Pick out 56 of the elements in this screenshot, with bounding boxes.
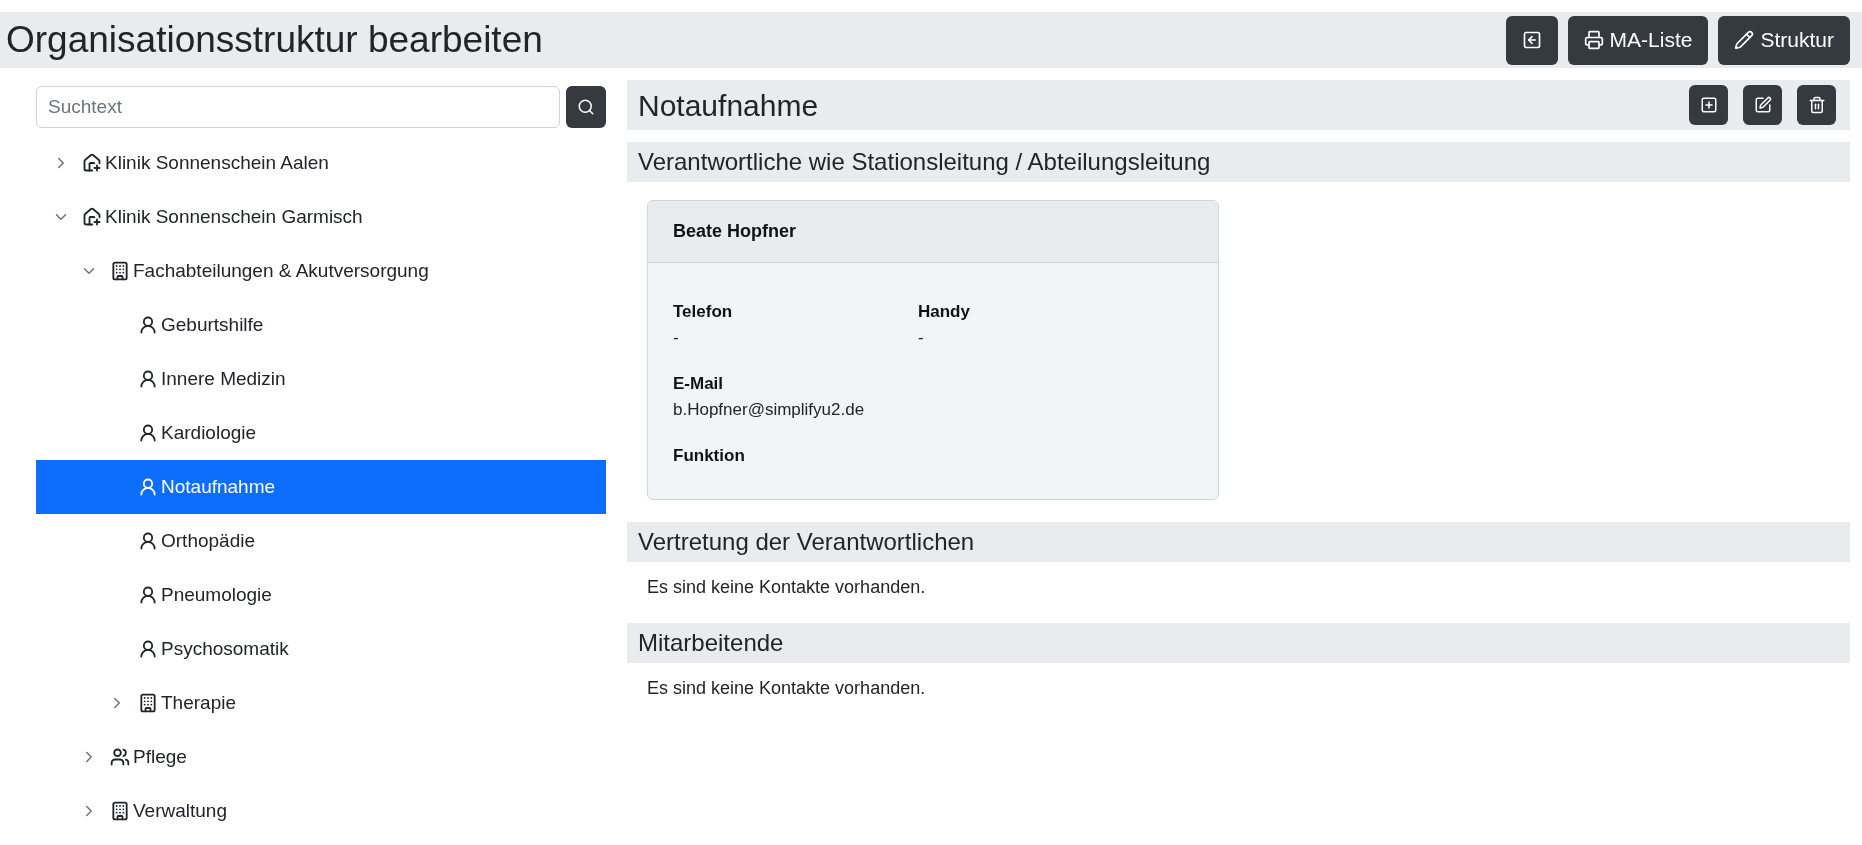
collapse-icon	[1521, 30, 1542, 50]
delete-button[interactable]	[1797, 85, 1836, 125]
hospital-icon	[82, 207, 102, 227]
search-icon	[577, 98, 595, 116]
detail-title: Notaufnahme	[638, 87, 819, 124]
printer-icon	[1583, 30, 1604, 50]
field-value: -	[918, 327, 925, 349]
person-icon	[138, 315, 158, 335]
contact-name: Beate Hopfner	[673, 220, 797, 243]
search-field[interactable]: Suchtext	[36, 86, 560, 128]
tree-item[interactable]: Innere Medizin	[36, 352, 606, 406]
search-button[interactable]	[566, 86, 606, 128]
tree-item[interactable]: Verwaltung	[36, 784, 606, 838]
field-label: Handy	[918, 301, 971, 323]
tree-item[interactable]: Orthopädie	[36, 514, 606, 568]
person-icon	[138, 639, 158, 659]
empty-message: Es sind keine Kontakte vorhanden.	[646, 576, 927, 599]
edit-structure-button[interactable]: Struktur	[1718, 15, 1850, 65]
person-icon	[138, 369, 158, 389]
section-title: Verantwortliche wie Stationsleitung / Abteilungsleitung	[638, 147, 1211, 177]
field-value: b.Hopfner@simplifyu2.de	[673, 399, 866, 421]
tree-item[interactable]: Geburtshilfe	[36, 298, 606, 352]
section-title: Mitarbeitende	[638, 628, 784, 658]
field-label: E-Mail	[673, 373, 725, 395]
tree-item[interactable]: Fachabteilungen & Akutversorgung	[36, 244, 606, 298]
field-label: Telefon	[673, 301, 734, 323]
tree-item[interactable]: Klinik Sonnenschein Aalen	[36, 136, 606, 190]
print-button[interactable]: MA-Liste	[1567, 15, 1709, 65]
person-icon	[138, 423, 158, 443]
building-icon	[110, 801, 130, 821]
building-icon	[110, 261, 130, 281]
tree-item[interactable]: Klinik Sonnenschein Garmisch	[36, 190, 606, 244]
tree-item[interactable]: Pneumologie	[36, 568, 606, 622]
person-icon	[138, 477, 158, 497]
person-icon	[138, 531, 158, 551]
tree-item[interactable]: Therapie	[36, 676, 606, 730]
empty-message: Es sind keine Kontakte vorhanden.	[646, 677, 927, 700]
field-value: -	[673, 327, 680, 349]
building-icon	[138, 693, 158, 713]
edit-icon	[1753, 96, 1772, 114]
trash-icon	[1807, 96, 1826, 114]
edit-button[interactable]	[1743, 85, 1782, 125]
tree-item[interactable]: Kardiologie	[36, 406, 606, 460]
field-label: Funktion	[673, 445, 746, 467]
hospital-icon	[82, 153, 102, 173]
tree-item[interactable]: Pflege	[36, 730, 606, 784]
people-icon	[110, 747, 130, 767]
add-button[interactable]	[1689, 85, 1728, 125]
add-icon	[1699, 96, 1718, 114]
person-icon	[138, 585, 158, 605]
pencil-icon	[1734, 30, 1755, 50]
page-title: Organisationsstruktur bearbeiten	[6, 18, 543, 63]
tree-item[interactable]: Psychosomatik	[36, 622, 606, 676]
section-title: Vertretung der Verantwortlichen	[638, 527, 975, 557]
tree-item[interactable]: Notaufnahme	[36, 460, 606, 514]
collapse-button[interactable]	[1505, 15, 1558, 65]
